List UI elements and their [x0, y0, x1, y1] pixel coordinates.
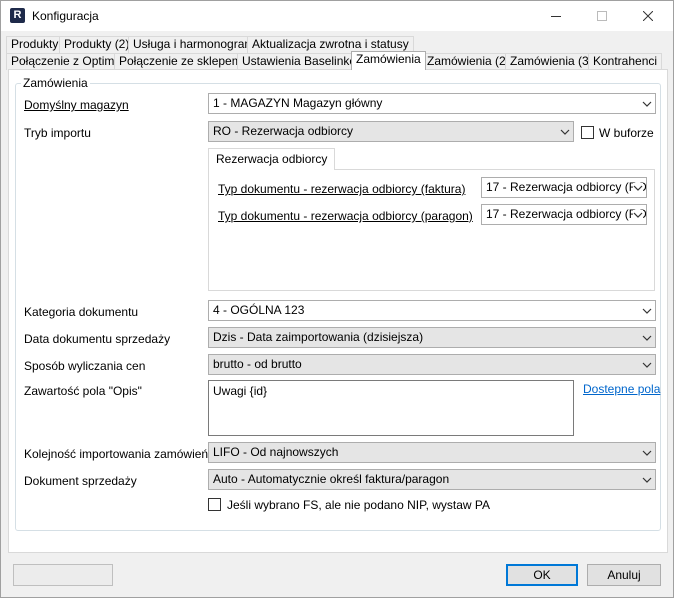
tab-polaczenie-sklep[interactable]: Połączenie ze sklepem [114, 53, 247, 70]
chevron-down-icon [642, 362, 652, 368]
tab-zamowienia-3[interactable]: Zamówienia (3) [505, 53, 598, 70]
chevron-down-icon [642, 335, 652, 341]
tab-rezerwacja-odbiorcy[interactable]: Rezerwacja odbiorcy [208, 148, 336, 170]
sposob-label: Sposób wyliczania cen [24, 359, 146, 373]
tab-kontrahenci[interactable]: Kontrahenci [588, 53, 663, 70]
empty-button [13, 564, 113, 586]
kategoria-value: 4 - OGÓLNA 123 [213, 303, 305, 317]
chevron-down-icon [642, 450, 652, 456]
tab-ustawienia-baselinker[interactable]: Ustawienia Baselinker [237, 53, 366, 70]
tab-usluga-harmonogram[interactable]: Usługa i harmonogram [128, 36, 260, 53]
opis-textarea[interactable]: Uwagi {id} [208, 380, 574, 436]
maximize-icon [597, 11, 607, 21]
chevron-down-icon [642, 308, 652, 314]
typ-paragon-value: 17 - Rezerwacja odbiorcy (RO [486, 207, 647, 221]
config-window: R Konfiguracja Produkty Produkty (2) Usł… [0, 0, 674, 598]
fs-nip-label: Jeśli wybrano FS, ale nie podano NIP, wy… [227, 498, 491, 512]
data-select[interactable]: Dzis - Data zaimportowania (dzisiejsza) [208, 327, 656, 348]
fs-nip-checkbox[interactable] [208, 498, 221, 511]
kolejnosc-value: LIFO - Od najnowszych [213, 445, 339, 459]
sposob-value: brutto - od brutto [213, 357, 302, 371]
typ-faktura-value: 17 - Rezerwacja odbiorcy (RO [486, 180, 647, 194]
chevron-down-icon [642, 101, 652, 107]
chevron-down-icon [633, 210, 643, 220]
group-title: Zamówienia [21, 76, 90, 90]
dostepne-pola-link[interactable]: Dostepne pola [583, 382, 660, 396]
close-icon [643, 11, 653, 21]
kolejnosc-select[interactable]: LIFO - Od najnowszych [208, 442, 656, 463]
cancel-button[interactable]: Anuluj [587, 564, 661, 586]
dokument-select[interactable]: Auto - Automatycznie określ faktura/para… [208, 469, 656, 490]
tab-produkty[interactable]: Produkty [6, 36, 64, 53]
tryb-value: RO - Rezerwacja odbiorcy [213, 124, 354, 138]
typ-faktura-label: Typ dokumentu - rezerwacja odbiorcy (fak… [218, 182, 466, 196]
kolejnosc-label: Kolejność importowania zamówień [24, 447, 209, 461]
w-buforze-label: W buforze [599, 126, 654, 140]
magazyn-label: Domyślny magazyn [24, 98, 129, 112]
tab-polaczenie-optima[interactable]: Połączenie z Optima [6, 53, 127, 70]
typ-paragon-label: Typ dokumentu - rezerwacja odbiorcy (par… [218, 209, 473, 223]
opis-label: Zawartość pola "Opis" [24, 384, 142, 398]
kategoria-select[interactable]: 4 - OGÓLNA 123 [208, 300, 656, 321]
magazyn-value: 1 - MAGAZYN Magazyn główny [213, 96, 383, 110]
window-title: Konfiguracja [32, 9, 99, 23]
tryb-label: Tryb importu [24, 126, 91, 140]
close-button[interactable] [625, 1, 671, 31]
minimize-button[interactable] [533, 1, 579, 31]
chevron-down-icon [633, 183, 643, 193]
kategoria-label: Kategoria dokumentu [24, 305, 139, 319]
tab-zamowienia[interactable]: Zamówienia [351, 51, 426, 70]
maximize-button[interactable] [579, 1, 625, 31]
data-label: Data dokumentu sprzedaży [24, 332, 171, 346]
dokument-value: Auto - Automatycznie określ faktura/para… [213, 472, 450, 486]
magazyn-select[interactable]: 1 - MAGAZYN Magazyn główny [208, 93, 656, 114]
sposob-select[interactable]: brutto - od brutto [208, 354, 656, 375]
w-buforze-checkbox[interactable] [581, 126, 594, 139]
tab-zamowienia-2[interactable]: Zamówienia (2) [422, 53, 515, 70]
tryb-select[interactable]: RO - Rezerwacja odbiorcy [208, 121, 574, 142]
typ-faktura-select[interactable]: 17 - Rezerwacja odbiorcy (RO [481, 177, 647, 198]
chevron-down-icon [560, 129, 570, 135]
minimize-icon [551, 15, 561, 17]
tab-produkty-2[interactable]: Produkty (2) [59, 36, 135, 53]
dokument-label: Dokument sprzedaży [24, 474, 137, 488]
chevron-down-icon [642, 477, 652, 483]
title-bar[interactable]: R Konfiguracja [1, 1, 673, 31]
app-icon: R [10, 8, 25, 23]
data-value: Dzis - Data zaimportowania (dzisiejsza) [213, 330, 424, 344]
typ-paragon-select[interactable]: 17 - Rezerwacja odbiorcy (RO [481, 204, 647, 225]
ok-button[interactable]: OK [506, 564, 578, 586]
